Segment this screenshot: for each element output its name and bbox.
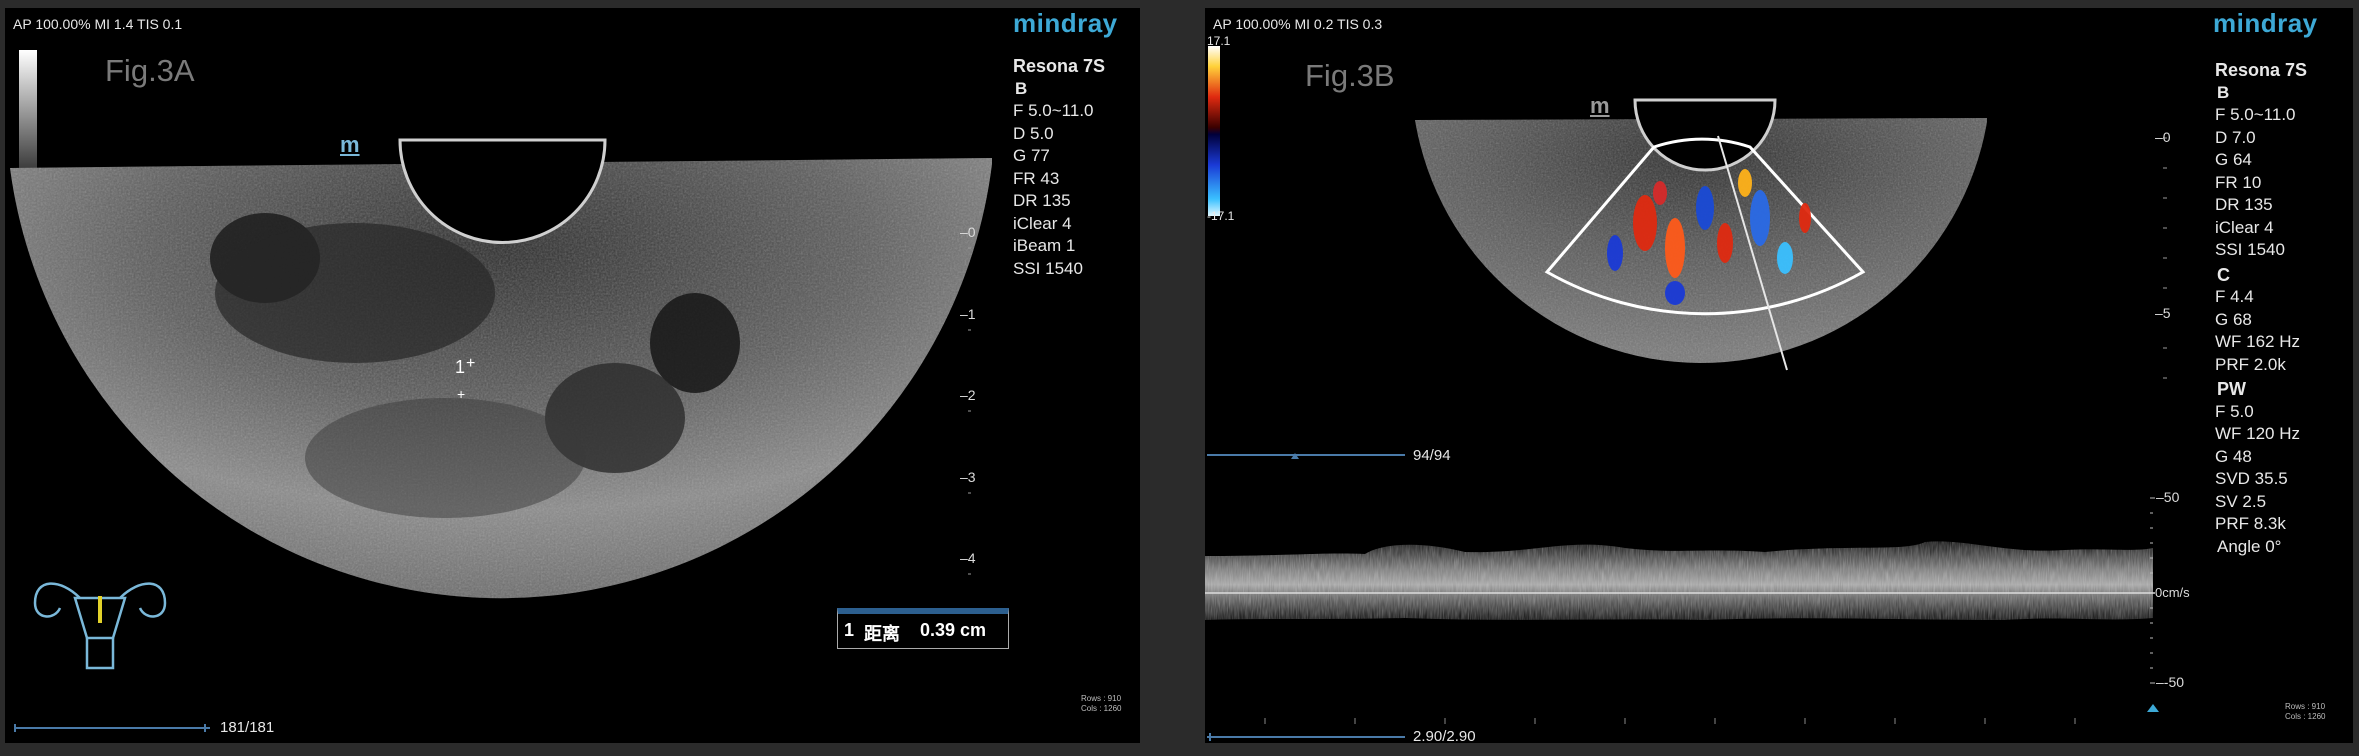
acoustic-output-header: AP 100.00% MI 1.4 TIS 0.1 bbox=[13, 16, 183, 32]
imaging-parameters: Resona 7S B F 5.0~11.0 D 7.0 G 64 FR 10 … bbox=[2215, 59, 2307, 558]
image-dimensions: Rows : 910 Cols : 1260 bbox=[1081, 694, 1121, 714]
param-c-wall-filter: WF 162 Hz bbox=[2215, 332, 2301, 351]
param-pw-angle: Angle 0° bbox=[2217, 536, 2282, 556]
param-mode: B bbox=[1015, 78, 1028, 98]
param-ssi: SSI 1540 bbox=[2215, 240, 2285, 259]
depth-label: 3 bbox=[967, 469, 976, 485]
measurement-label: 距离 bbox=[864, 624, 900, 644]
system-model: Resona 7S bbox=[1013, 56, 1106, 76]
depth-label: 5 bbox=[2162, 305, 2171, 321]
ultrasound-panel-a: 1 + + AP 100.00% MI 1.4 TIS 0.1 mindray … bbox=[5, 8, 1140, 743]
time-counter: 2.90/2.90 bbox=[1413, 728, 1476, 743]
color-scale-min: -17.1 bbox=[1207, 209, 1235, 223]
cols-readout: Cols : 1260 bbox=[2285, 712, 2326, 721]
figure-label: Fig.3A bbox=[105, 53, 195, 88]
param-frame-rate: FR 10 bbox=[2215, 172, 2262, 192]
param-ibeam: iBeam 1 bbox=[1013, 236, 1076, 255]
depth-label: 4 bbox=[967, 550, 976, 566]
image-dimensions: Rows : 910 Cols : 1260 bbox=[2285, 702, 2325, 722]
caliper-label: 1 bbox=[455, 357, 465, 377]
param-frame-rate: FR 43 bbox=[1013, 168, 1060, 188]
probe-orientation-marker: m bbox=[340, 132, 360, 157]
depth-label: 0 bbox=[2162, 129, 2171, 145]
measurement-result: 1 距离 0.39 cm bbox=[837, 608, 1009, 649]
param-c-mode: C bbox=[2217, 264, 2230, 285]
caliper-start-marker: + bbox=[466, 355, 475, 372]
param-c-frequency: F 4.4 bbox=[2215, 287, 2254, 306]
system-model: Resona 7S bbox=[2215, 60, 2308, 80]
param-dynamic-range: DR 135 bbox=[1013, 191, 1071, 210]
param-depth: D 7.0 bbox=[2215, 127, 2256, 147]
depth-scale-zero: –0 bbox=[2155, 129, 2171, 145]
depth-label: 0 bbox=[967, 224, 976, 240]
param-pw-frequency: F 5.0 bbox=[2215, 401, 2254, 421]
doppler-image-b bbox=[1205, 46, 2167, 741]
acoustic-output-header: AP 100.00% MI 0.2 TIS 0.3 bbox=[1213, 16, 1383, 32]
ultrasound-panel-b: AP 100.00% MI 0.2 TIS 0.3 17.1 -17.1 min… bbox=[1205, 8, 2353, 743]
spectral-baseline-label: 0cm/s bbox=[2155, 585, 2190, 600]
param-pw-gain: G 48 bbox=[2215, 446, 2252, 466]
param-pw-wall-filter: WF 120 Hz bbox=[2215, 424, 2301, 443]
param-c-gain: G 68 bbox=[2215, 309, 2252, 329]
measurement-value: 0.39 cm bbox=[920, 620, 987, 640]
spectral-scale-bottom: –-50 bbox=[2156, 674, 2185, 690]
param-c-prf: PRF 2.0k bbox=[2215, 354, 2286, 374]
param-pw-sv: SV 2.5 bbox=[2215, 491, 2267, 511]
frame-counter: 94/94 bbox=[1413, 447, 1451, 464]
param-ssi: SSI 1540 bbox=[1013, 258, 1083, 278]
probe-orientation-marker: m bbox=[1590, 93, 1610, 118]
param-gain: G 64 bbox=[2215, 150, 2252, 169]
param-gain: G 77 bbox=[1013, 146, 1050, 165]
cols-readout: Cols : 1260 bbox=[1081, 704, 1122, 713]
param-b-mode: B bbox=[2217, 82, 2230, 102]
param-dynamic-range: DR 135 bbox=[2215, 195, 2273, 214]
mindray-logo: mindray bbox=[2213, 8, 2318, 38]
spectral-label: -50 bbox=[2163, 674, 2185, 690]
depth-scale-five: –5 bbox=[2155, 305, 2171, 321]
frame-counter: 181/181 bbox=[220, 719, 275, 736]
param-pw-mode: PW bbox=[2217, 379, 2246, 399]
depth-label: 2 bbox=[967, 387, 976, 403]
param-iclear: iClear 4 bbox=[2215, 217, 2274, 237]
color-velocity-bar bbox=[1208, 46, 1220, 216]
rows-readout: Rows : 910 bbox=[1081, 694, 1122, 703]
param-pw-svd: SVD 35.5 bbox=[2215, 469, 2288, 488]
color-scale-max: 17.1 bbox=[1207, 34, 1231, 48]
param-iclear: iClear 4 bbox=[1013, 213, 1072, 233]
param-frequency: F 5.0~11.0 bbox=[2215, 105, 2296, 124]
spectral-label: 50 bbox=[2163, 489, 2180, 505]
depth-label: 1 bbox=[967, 306, 976, 322]
param-pw-prf: PRF 8.3k bbox=[2215, 514, 2286, 533]
measurement-index: 1 bbox=[844, 620, 855, 640]
param-depth: D 5.0 bbox=[1013, 123, 1054, 143]
imaging-parameters: Resona 7S B F 5.0~11.0 D 5.0 G 77 FR 43 … bbox=[1013, 55, 1105, 280]
rows-readout: Rows : 910 bbox=[2285, 702, 2326, 711]
mindray-logo: mindray bbox=[1013, 8, 1118, 38]
figure-label: Fig.3B bbox=[1305, 58, 1395, 93]
param-frequency: F 5.0~11.0 bbox=[1013, 101, 1094, 120]
spectral-scale-top: –50 bbox=[2156, 489, 2180, 505]
caliper-end-marker: + bbox=[457, 386, 465, 402]
